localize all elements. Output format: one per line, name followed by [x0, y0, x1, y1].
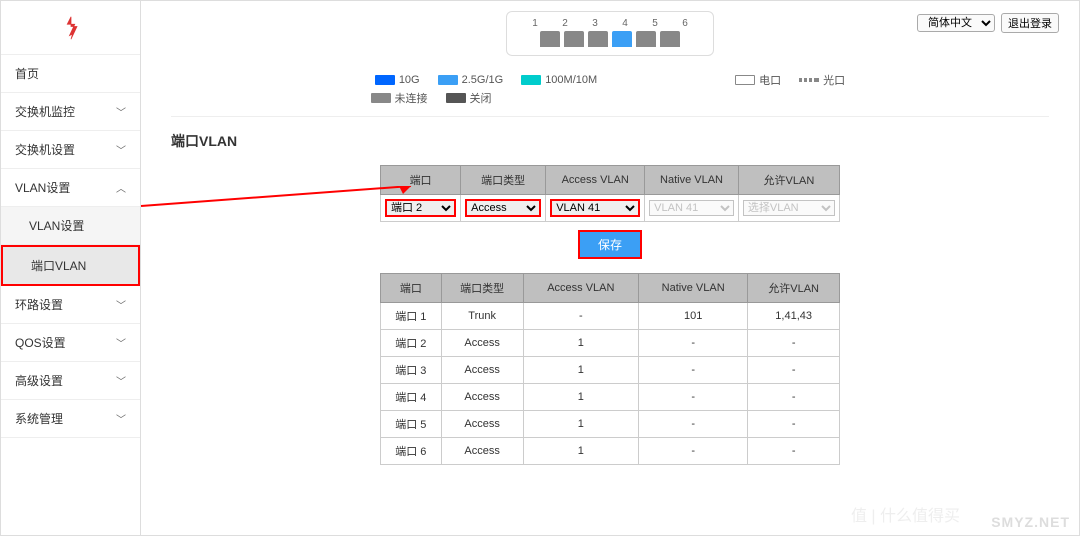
topbar: 123456 简体中文 退出登录 — [141, 1, 1079, 66]
legend-swatch-opt — [799, 75, 819, 85]
chevron-down-icon: ﹀ — [116, 373, 126, 388]
cfg-th-allow: 允许VLAN — [738, 166, 839, 195]
chevron-down-icon: ﹀ — [116, 142, 126, 157]
status-table: 端口 端口类型 Access VLAN Native VLAN 允许VLAN 端… — [380, 273, 840, 465]
watermark-brand: SMYZ.NET — [991, 514, 1070, 530]
port-icon-6[interactable] — [660, 31, 680, 47]
cfg-th-port: 端口 — [381, 166, 461, 195]
config-table: 端口 端口类型 Access VLAN Native VLAN 允许VLAN 端… — [380, 165, 840, 222]
port-icon-4[interactable] — [612, 31, 632, 47]
legend: 10G 2.5G/1G 100M/10M 电口 光口 — [141, 66, 1079, 90]
port-type-select[interactable]: Access — [465, 199, 541, 217]
legend-swatch-nolink — [371, 93, 391, 103]
legend-swatch-off — [446, 93, 466, 103]
legend-swatch-25g — [438, 75, 458, 85]
chevron-down-icon: ﹀ — [116, 411, 126, 426]
st-th-allow: 允许VLAN — [748, 274, 840, 303]
nav-switch-cfg[interactable]: 交换机设置﹀ — [1, 131, 140, 169]
nav-loop[interactable]: 环路设置﹀ — [1, 286, 140, 324]
legend-swatch-elec — [735, 75, 755, 85]
chevron-up-icon: ︿ — [116, 180, 126, 195]
logout-button[interactable]: 退出登录 — [1001, 13, 1059, 33]
native-vlan-select: VLAN 41 — [649, 200, 734, 216]
table-row: 端口 6Access1-- — [381, 438, 840, 465]
port-panel: 123456 — [506, 11, 714, 56]
access-vlan-select[interactable]: VLAN 41 — [550, 199, 640, 217]
nav-port-vlan[interactable]: 端口VLAN — [1, 245, 140, 286]
nav-vlan-cfg-sub[interactable]: VLAN设置 — [1, 207, 140, 245]
cfg-th-native: Native VLAN — [645, 166, 739, 195]
table-row: 端口 4Access1-- — [381, 384, 840, 411]
port-icon-2[interactable] — [564, 31, 584, 47]
st-th-access: Access VLAN — [523, 274, 638, 303]
st-th-port: 端口 — [381, 274, 442, 303]
table-row: 端口 2Access1-- — [381, 330, 840, 357]
port-icons — [540, 31, 680, 47]
nav-adv[interactable]: 高级设置﹀ — [1, 362, 140, 400]
chevron-down-icon: ﹀ — [116, 297, 126, 312]
main-content: 123456 简体中文 退出登录 10G 2.5G/1G 100M/10M — [141, 1, 1079, 535]
st-th-native: Native VLAN — [639, 274, 748, 303]
logo — [1, 1, 140, 55]
table-row: 端口 3Access1-- — [381, 357, 840, 384]
cfg-th-type: 端口类型 — [461, 166, 546, 195]
port-icon-1[interactable] — [540, 31, 560, 47]
legend-swatch-100m — [521, 75, 541, 85]
nav-vlan-cfg[interactable]: VLAN设置︿ — [1, 169, 140, 207]
port-icon-3[interactable] — [588, 31, 608, 47]
chevron-down-icon: ﹀ — [116, 104, 126, 119]
language-select[interactable]: 简体中文 — [917, 14, 995, 32]
table-row: 端口 5Access1-- — [381, 411, 840, 438]
legend-row2: 未连接 关闭 — [141, 90, 1079, 108]
chevron-down-icon: ﹀ — [116, 335, 126, 350]
nav-home[interactable]: 首页 — [1, 55, 140, 93]
port-numbers: 123456 — [527, 18, 693, 29]
cfg-th-access: Access VLAN — [546, 166, 645, 195]
nav-monitor[interactable]: 交换机监控﹀ — [1, 93, 140, 131]
port-icon-5[interactable] — [636, 31, 656, 47]
page-title: 端口VLAN — [141, 117, 1079, 165]
save-button[interactable]: 保存 — [578, 230, 642, 259]
nav-qos[interactable]: QOS设置﹀ — [1, 324, 140, 362]
watermark-slogan: 值 | 什么值得买 — [851, 502, 960, 526]
port-select[interactable]: 端口 2 — [385, 199, 456, 217]
nav-sys[interactable]: 系统管理﹀ — [1, 400, 140, 438]
sidebar: 首页 交换机监控﹀ 交换机设置﹀ VLAN设置︿ VLAN设置 端口VLAN 环… — [1, 1, 141, 535]
allow-vlan-select: 选择VLAN — [743, 200, 835, 216]
legend-swatch-10g — [375, 75, 395, 85]
st-th-type: 端口类型 — [441, 274, 523, 303]
table-row: 端口 1Trunk-1011,41,43 — [381, 303, 840, 330]
